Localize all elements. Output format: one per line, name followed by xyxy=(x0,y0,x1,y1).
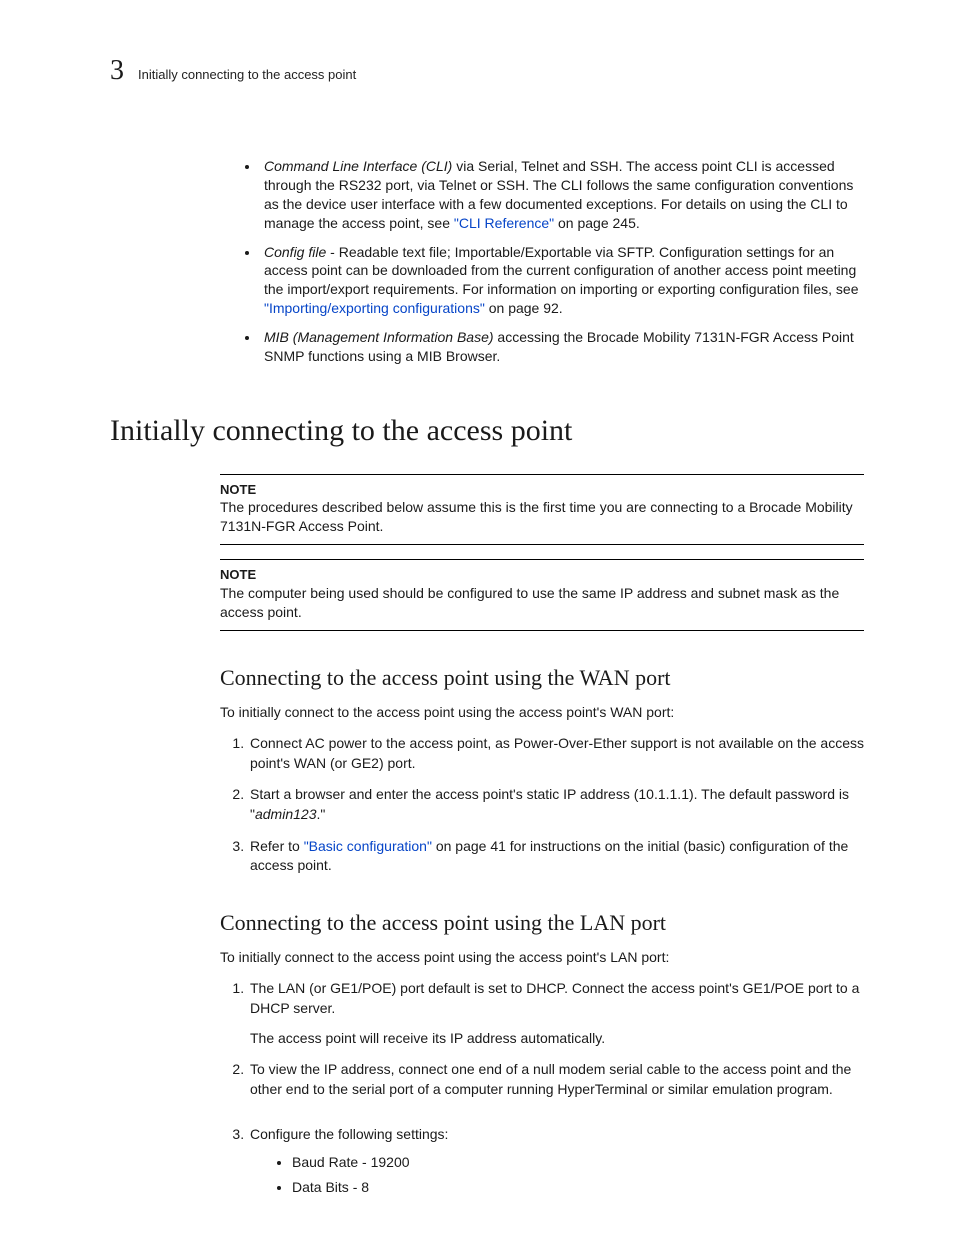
step-item: Start a browser and enter the access poi… xyxy=(248,785,864,824)
step-item: To view the IP address, connect one end … xyxy=(248,1060,864,1099)
import-export-link[interactable]: "Importing/exporting configurations" xyxy=(264,300,485,316)
list-item: MIB (Management Information Base) access… xyxy=(260,328,864,366)
note-box: NOTE The computer being used should be c… xyxy=(220,559,864,630)
step-item: Connect AC power to the access point, as… xyxy=(248,734,864,773)
bullet-lead: Config file xyxy=(264,244,326,260)
cli-reference-link[interactable]: "CLI Reference" xyxy=(454,215,554,231)
bullet-lead: MIB (Management Information Base) xyxy=(264,329,494,345)
list-item: Config file - Readable text file; Import… xyxy=(260,243,864,319)
lan-steps: The LAN (or GE1/POE) port default is set… xyxy=(220,979,864,1198)
step-text: Start a browser and enter the access poi… xyxy=(250,786,849,822)
basic-configuration-link[interactable]: "Basic configuration" xyxy=(304,838,432,854)
list-item: Baud Rate - 19200 xyxy=(292,1153,864,1173)
step-subtext: The access point will receive its IP add… xyxy=(250,1029,864,1049)
step-text: ." xyxy=(316,806,325,822)
feature-bullet-list: Command Line Interface (CLI) via Serial,… xyxy=(110,157,864,366)
list-item: Command Line Interface (CLI) via Serial,… xyxy=(260,157,864,233)
bullet-text: - Readable text file; Importable/Exporta… xyxy=(264,244,859,298)
note-box: NOTE The procedures described below assu… xyxy=(220,474,864,545)
bullet-lead: Command Line Interface (CLI) xyxy=(264,158,452,174)
step-text: Refer to xyxy=(250,838,304,854)
note-text: The computer being used should be config… xyxy=(220,584,864,622)
bullet-tail: on page 92. xyxy=(485,300,563,316)
settings-list: Baud Rate - 19200 Data Bits - 8 xyxy=(274,1153,864,1198)
subsection-heading-wan: Connecting to the access point using the… xyxy=(220,665,864,691)
password-literal: admin123 xyxy=(255,806,317,822)
intro-paragraph: To initially connect to the access point… xyxy=(220,948,864,968)
section-heading: Initially connecting to the access point xyxy=(110,414,864,448)
step-text: Configure the following settings: xyxy=(250,1126,448,1142)
step-item: Refer to "Basic configuration" on page 4… xyxy=(248,837,864,876)
step-text: The LAN (or GE1/POE) port default is set… xyxy=(250,980,859,1016)
step-item: Configure the following settings: Baud R… xyxy=(248,1125,864,1198)
wan-steps: Connect AC power to the access point, as… xyxy=(220,734,864,876)
note-label: NOTE xyxy=(220,481,864,499)
list-item: Data Bits - 8 xyxy=(292,1178,864,1198)
step-item: The LAN (or GE1/POE) port default is set… xyxy=(248,979,864,1048)
subsection-heading-lan: Connecting to the access point using the… xyxy=(220,910,864,936)
chapter-number: 3 xyxy=(110,55,124,87)
bullet-tail: on page 245. xyxy=(554,215,640,231)
intro-paragraph: To initially connect to the access point… xyxy=(220,703,864,723)
page: 3 Initially connecting to the access poi… xyxy=(0,0,954,1235)
note-label: NOTE xyxy=(220,566,864,584)
running-title: Initially connecting to the access point xyxy=(138,67,356,82)
note-text: The procedures described below assume th… xyxy=(220,498,864,536)
running-header: 3 Initially connecting to the access poi… xyxy=(110,55,864,87)
